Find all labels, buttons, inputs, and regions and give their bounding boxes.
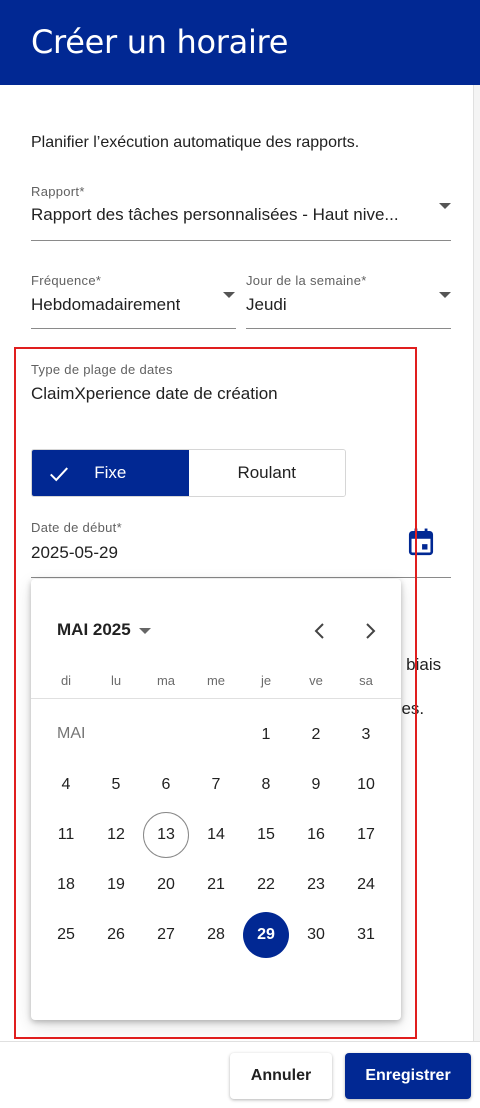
chevron-down-icon <box>439 203 451 209</box>
cancel-button[interactable]: Annuler <box>230 1053 332 1099</box>
save-button[interactable]: Enregistrer <box>345 1053 471 1099</box>
intro-text: Planifier l’exécution automatique des ra… <box>31 134 360 151</box>
report-label: Rapport* <box>31 184 85 199</box>
footer-divider <box>0 1041 480 1042</box>
frequency-label: Fréquence* <box>31 273 102 288</box>
chevron-down-icon <box>439 292 451 298</box>
weekday-underline <box>246 328 451 329</box>
report-underline <box>31 240 451 241</box>
highlight-annotation <box>14 347 417 1039</box>
scrollbar-track[interactable] <box>474 85 480 1041</box>
weekday-label: Jour de la semaine* <box>246 273 367 288</box>
frequency-value: Hebdomadairement <box>31 295 181 314</box>
report-value: Rapport des tâches personnalisées - Haut… <box>31 205 399 224</box>
weekday-value: Jeudi <box>246 295 287 314</box>
frequency-underline <box>31 328 236 329</box>
dialog-title: Créer un horaire <box>31 23 289 61</box>
dialog-header: Créer un horaire <box>0 0 480 85</box>
chevron-down-icon <box>223 292 235 298</box>
